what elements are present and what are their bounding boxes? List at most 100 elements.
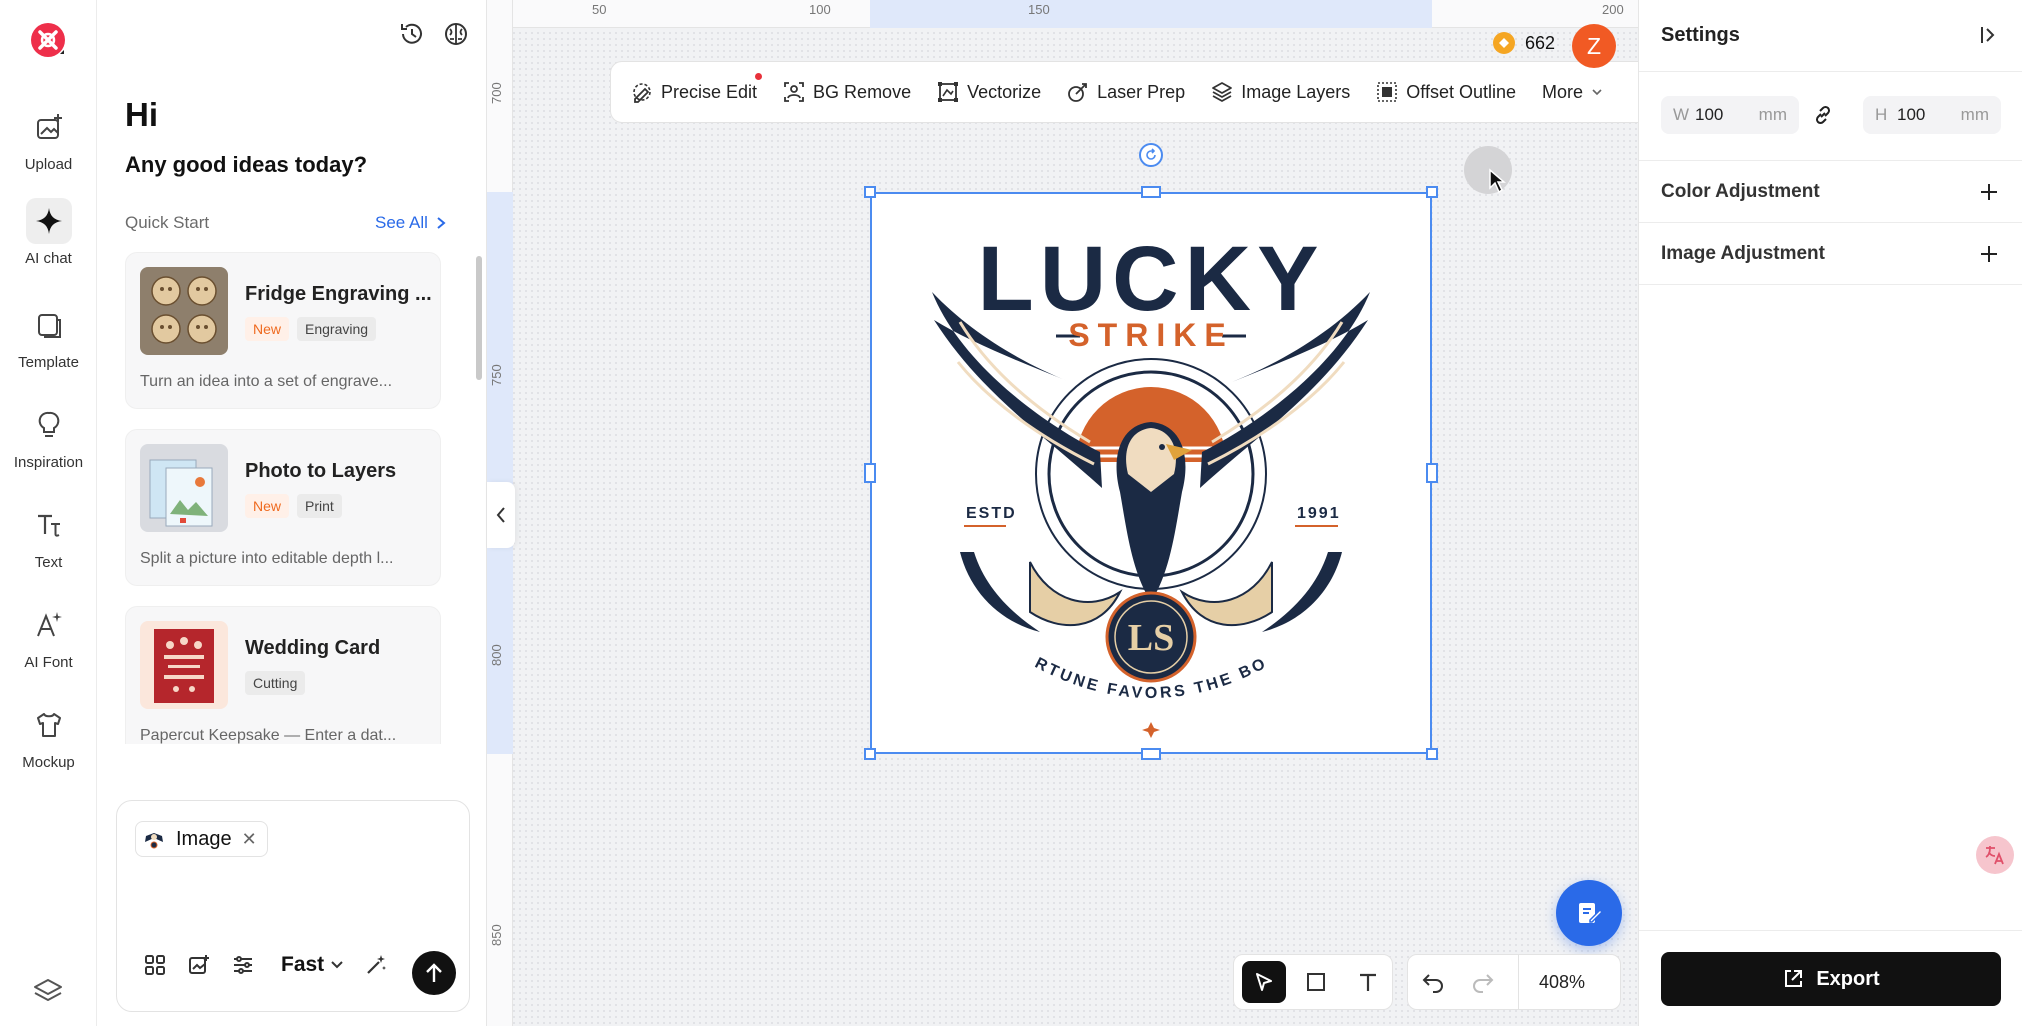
see-all-link[interactable]: See All [375,213,446,233]
send-button[interactable] [412,951,456,995]
rail-label: Inspiration [13,454,84,471]
canvas-tools [1233,954,1393,1010]
close-icon[interactable]: ✕ [242,829,257,850]
ai-edit-fab-button[interactable] [1556,880,1622,946]
translate-button[interactable] [1976,836,2014,874]
divider [1639,930,2022,931]
sliders-icon[interactable] [231,953,255,977]
collapse-panel-icon[interactable] [1978,24,2000,46]
precise-edit-button[interactable]: Precise Edit [631,73,762,103]
plus-icon[interactable] [1978,243,2000,265]
chevron-down-icon [331,961,343,969]
resize-handle-right[interactable] [1426,463,1438,483]
color-adjustment-header[interactable]: Color Adjustment [1661,181,1820,203]
image-toolbar: Precise Edit BG Remove Vectorize Laser P… [610,61,1675,123]
bg-remove-button[interactable]: BG Remove [783,81,911,103]
width-field[interactable]: W 100 mm [1661,96,1799,134]
add-image-icon[interactable] [187,953,211,977]
rail-item-inspiration[interactable]: Inspiration [0,402,97,492]
vectorize-button[interactable]: Vectorize [937,81,1041,103]
app-logo-icon[interactable] [28,20,68,60]
chat-composer[interactable]: Image ✕ Fast [116,800,470,1012]
ruler-tick-label: 200 [1602,2,1624,17]
toolbar-label: BG Remove [813,81,912,102]
link-aspect-icon[interactable] [1811,103,1835,127]
rail-item-mockup[interactable]: Mockup [0,702,97,792]
magic-wand-icon[interactable] [364,953,388,977]
ruler-tick-label: 50 [592,2,607,17]
rotate-handle[interactable] [1139,143,1163,167]
export-button[interactable]: Export [1661,952,2001,1006]
mode-select[interactable]: Fast [281,953,344,977]
width-unit: mm [1758,105,1787,124]
resize-handle-top-left[interactable] [864,186,876,198]
redo-icon [1473,974,1494,993]
upload-image-icon [36,114,62,139]
height-value: 100 [1897,105,1926,124]
history-icon[interactable] [398,20,426,48]
resize-handle-bottom[interactable] [1141,748,1161,760]
chat-subtitle: Any good ideas today? [125,152,368,177]
credits-counter[interactable]: 662 [1493,32,1555,54]
resize-handle-left[interactable] [864,463,876,483]
more-menu[interactable]: More [1542,82,1603,103]
redo-button[interactable] [1458,961,1508,1003]
translate-icon [1985,846,2004,865]
square-icon [1307,973,1325,991]
tag-new: New [245,494,290,518]
quick-start-card[interactable]: Photo to Layers New Print Split a pictur… [125,429,441,586]
collapse-chat-button[interactable] [487,482,515,548]
chip-label: Image [176,827,232,850]
resize-handle-top[interactable] [1141,186,1161,198]
toolbar-label: More [1542,81,1584,102]
quick-start-card[interactable]: Wedding Card Cutting Papercut Keepsake —… [125,606,441,744]
card-title: Photo to Layers [245,460,397,482]
plus-icon[interactable] [1978,181,2000,203]
attached-image-chip[interactable]: Image ✕ [135,821,268,857]
template-icon [37,314,61,338]
arrow-up-icon [426,963,442,982]
resize-handle-bottom-left[interactable] [864,748,876,760]
sparkle-icon [35,208,62,234]
offset-outline-button[interactable]: Offset Outline [1376,81,1516,103]
rectangle-tool-button[interactable] [1294,961,1338,1003]
selection-box[interactable] [870,192,1432,754]
attached-image-thumbnail [145,833,163,849]
tag-new: New [245,317,290,341]
card-description: Papercut Keepsake — Enter a dat... [140,727,397,744]
height-field[interactable]: H 100 mm [1863,96,2001,134]
quick-start-card[interactable]: Fridge Engraving ... New Engraving Turn … [125,252,441,409]
rail-item-upload[interactable]: Upload [0,104,97,194]
layers-panel-icon[interactable] [31,975,65,1009]
brain-icon[interactable] [442,20,470,48]
rail-item-template[interactable]: Template [0,302,97,392]
rail-item-ai-chat[interactable]: AI chat [0,198,97,288]
toolbar-label: Vectorize [967,81,1042,102]
user-avatar[interactable]: Z [1572,24,1616,68]
ai-font-icon [36,612,62,637]
ruler-tick-label: 750 [489,364,504,386]
rail-item-text[interactable]: Text [0,502,97,592]
resize-handle-top-right[interactable] [1426,186,1438,198]
chat-scrollbar[interactable] [476,256,482,380]
text-tool-button[interactable] [1346,961,1390,1003]
resize-handle-bottom-right[interactable] [1426,748,1438,760]
image-adjustment-header[interactable]: Image Adjustment [1661,243,1825,265]
credit-coin-icon [1493,32,1515,54]
card-thumbnail [140,444,228,532]
laser-prep-button[interactable]: Laser Prep [1067,81,1185,103]
rail-label: AI chat [25,250,72,267]
export-label: Export [1816,967,1880,990]
select-tool-button[interactable] [1242,961,1286,1003]
edit-note-icon [1579,903,1604,923]
ruler-horizontal: 50 100 150 200 [487,0,1638,28]
quick-start-heading: Quick Start [125,213,210,232]
grid-icon[interactable] [143,953,167,977]
settings-title: Settings [1661,24,1740,46]
zoom-level[interactable]: 408% [1518,954,1585,1010]
rail-label: Text [34,554,63,571]
image-layers-button[interactable]: Image Layers [1211,81,1350,103]
undo-button[interactable] [1408,961,1458,1003]
quick-start-list: Fridge Engraving ... New Engraving Turn … [125,252,441,744]
rail-item-ai-font[interactable]: AI Font [0,602,97,692]
